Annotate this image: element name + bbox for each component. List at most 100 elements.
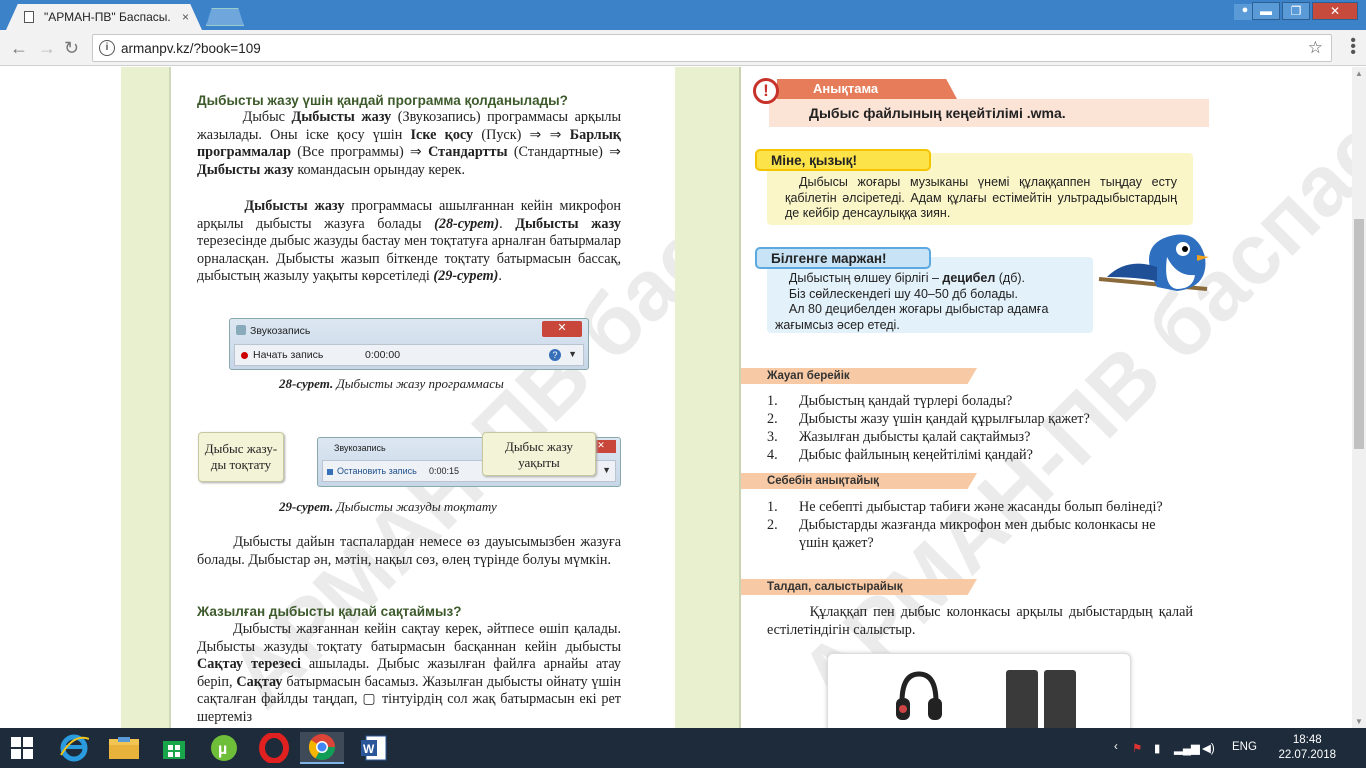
start-recording-button: Начать запись — [253, 349, 324, 361]
window-title: Звукозапись — [334, 443, 386, 453]
chevron-down-icon: ▼ — [568, 349, 577, 359]
list-item-text: Не себепті дыбыстар табиғи және жасанды … — [799, 499, 1163, 515]
svg-text:µ: µ — [218, 741, 227, 758]
internet-explorer-icon[interactable] — [52, 732, 96, 764]
record-dot-icon — [241, 352, 248, 359]
figure-28-number: 28-сурет. — [279, 376, 334, 391]
windows-logo-icon — [11, 737, 33, 759]
list-item-text: Дыбысты жазу үшін қандай құрылғылар қаже… — [799, 411, 1090, 427]
heading-which-program: Дыбысты жазу үшін қандай программа қолда… — [197, 93, 568, 108]
scroll-down-icon[interactable]: ▼ — [1355, 717, 1363, 726]
recording-time: 0:00:00 — [365, 349, 401, 361]
list-item-number: 4. — [767, 447, 778, 463]
callout-recording-time: Дыбыс жазу уақыты — [482, 432, 596, 476]
speaker-left-icon — [1006, 670, 1038, 728]
new-tab-button[interactable] — [206, 8, 244, 26]
figure-28-caption: 28-сурет. Дыбысты жазу программасы — [279, 376, 504, 392]
recording-time: 0:00:15 — [429, 466, 460, 476]
knowledge-label: Білгенге маржан! — [755, 247, 931, 269]
list-item-text: Жазылған дыбысты қалай сақтаймыз? — [799, 429, 1031, 445]
minimize-button[interactable]: ▬ — [1252, 2, 1280, 20]
clock[interactable]: 18:48 22.07.2018 — [1278, 733, 1336, 763]
clock-date: 22.07.2018 — [1278, 749, 1336, 761]
section-compare: Талдап, салыстырайық — [741, 579, 977, 595]
store-icon[interactable] — [152, 732, 196, 764]
stop-icon — [327, 469, 333, 475]
list-item-number: 2. — [767, 411, 778, 427]
info-icon[interactable]: i — [99, 40, 115, 56]
back-arrow-icon[interactable]: ← — [10, 38, 28, 59]
forward-arrow-icon[interactable]: → — [38, 38, 56, 59]
book-page-left: АРМАН-ПВ баспасы Дыбысты жазу үшін қанда… — [171, 67, 888, 728]
vertical-scrollbar[interactable]: ▲ ▼ — [1352, 67, 1366, 728]
url-text[interactable]: armanpv.kz/?book=109 — [121, 41, 261, 56]
callout-stop-recording: Дыбыс жазу-ды тоқтату — [198, 432, 284, 482]
help-icon: ? — [549, 349, 561, 361]
browser-tab[interactable]: "АРМАН-ПВ" Баспасы. К × — [6, 4, 202, 30]
heading-how-save: Жазылған дыбысты қалай сақтаймыз? — [197, 604, 462, 619]
paragraph-2: Дыбысты жазу программасы ашылғаннан кейі… — [197, 198, 622, 285]
list-item: 2. Дыбысты жазу үшін қандай құрылғылар қа… — [767, 410, 1193, 428]
list-item: 3. Жазылған дыбысты қалай сақтаймыз? — [767, 428, 1193, 446]
signal-icon[interactable]: ▂▄▆ — [1174, 741, 1200, 755]
list-item-number: 1. — [767, 499, 778, 515]
menu-dots-icon[interactable]: • • • — [1350, 33, 1356, 61]
tab-close-button[interactable]: × — [182, 10, 189, 24]
start-button[interactable] — [0, 732, 44, 764]
opera-icon[interactable] — [252, 732, 296, 764]
figure-28-text: Дыбысты жазу программасы — [333, 376, 504, 391]
bookmark-star-icon[interactable]: ☆ — [1308, 38, 1323, 58]
restore-button[interactable]: ❐ — [1282, 2, 1310, 20]
sound-recorder-window: Звукозапись ✕ Начать запись 0:00:00 ? ▼ — [229, 318, 589, 370]
headphones-speakers-image — [827, 653, 1131, 728]
figure-29-caption: 29-сурет. Дыбысты жазуды тоқтату — [279, 499, 497, 515]
document-icon — [24, 11, 34, 23]
definition-text: Дыбыс файлының кеңейтілімі .wma. — [809, 105, 1066, 121]
window-title: Звукозапись — [250, 325, 311, 337]
close-button: ✕ — [542, 321, 582, 337]
interesting-label: Міне, қызық! — [755, 149, 931, 171]
scrollbar-thumb[interactable] — [1354, 219, 1364, 449]
scroll-up-icon[interactable]: ▲ — [1355, 69, 1363, 78]
window-controls: ▬ ❐ ✕ — [1252, 2, 1358, 20]
close-window-button[interactable]: ✕ — [1312, 2, 1358, 20]
reload-icon[interactable]: ↻ — [64, 38, 79, 59]
tray-chevron-icon[interactable]: ‹ — [1114, 741, 1118, 753]
volume-icon[interactable]: ◀) — [1202, 741, 1215, 755]
file-explorer-icon[interactable] — [102, 732, 146, 764]
clock-time: 18:48 — [1292, 734, 1322, 746]
windows-taskbar: µ W ‹ ⚑ ▮ ▂▄▆ ◀) ENG 18:48 22.07.2018 — [0, 728, 1366, 768]
interesting-text: Дыбысы жоғары музыканы үнемі құлаққаппен… — [785, 175, 1177, 220]
section-reason: Себебін анықтайық — [741, 473, 977, 489]
definition-label: Анықтама — [777, 79, 957, 99]
question-list-2: 1. Не себепті дыбыстар табиғи және жасанд… — [767, 498, 1167, 552]
microphone-icon — [236, 325, 246, 335]
svg-text:W: W — [363, 742, 375, 756]
paragraph-4: Дыбысты жазғаннан кейін сақтау керек, әй… — [197, 621, 621, 725]
callout-time-text: Дыбыс жазу уақыты — [504, 439, 574, 470]
stop-recording-button: Остановить запись — [337, 466, 417, 476]
callout-stop-text: Дыбыс жазу-ды тоқтату — [204, 441, 278, 472]
network-icon[interactable]: ▮ — [1154, 741, 1160, 755]
figure-29-text: Дыбысты жазуды тоқтату — [333, 499, 497, 514]
utorrent-icon[interactable]: µ — [202, 732, 246, 764]
figure-29-number: 29-сурет. — [279, 499, 334, 514]
list-item: 1. Не себепті дыбыстар табиғи және жасанд… — [767, 498, 1167, 516]
browser-titlebar: "АРМАН-ПВ" Баспасы. К × ● ▬ ❐ ✕ — [0, 0, 1366, 30]
list-item-text: Дыбыстарды жазғанда микрофон мен дыбыс к… — [799, 517, 1156, 551]
bird-illustration — [1098, 234, 1209, 291]
exclamation-icon: ! — [753, 78, 779, 104]
address-bar[interactable]: i armanpv.kz/?book=109 ☆ — [92, 34, 1332, 62]
question-list-1: 1. Дыбыстың қандай түрлері болады? 2. Дыбыс… — [767, 392, 1193, 464]
speaker-right-icon — [1044, 670, 1076, 728]
page-viewport: АРМАН-ПВ баспасы Дыбысты жазу үшін қанда… — [0, 67, 1352, 728]
compare-paragraph: Құлаққап пен дыбыс колонкасы арқылы дыбы… — [767, 604, 1197, 638]
word-icon[interactable]: W — [352, 732, 396, 764]
tray-flag-icon[interactable]: ⚑ — [1132, 741, 1142, 755]
list-item-number: 3. — [767, 429, 778, 445]
list-item: 1. Дыбыстың қандай түрлері болады? — [767, 392, 1193, 410]
section-answer: Жауап берейік — [741, 368, 977, 384]
language-indicator[interactable]: ENG — [1232, 741, 1257, 753]
chrome-icon[interactable] — [300, 732, 344, 764]
page-margin-left — [121, 67, 171, 728]
